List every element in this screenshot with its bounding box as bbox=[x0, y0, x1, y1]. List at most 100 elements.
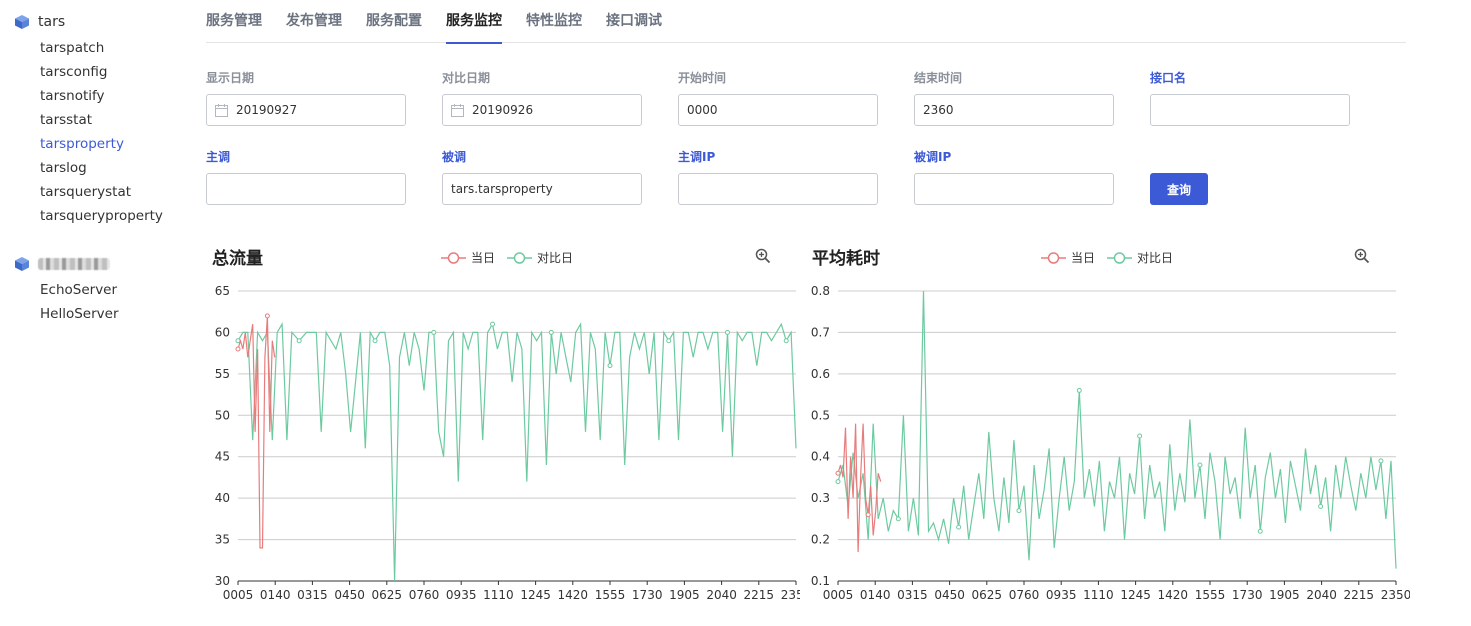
cube-icon bbox=[15, 15, 29, 29]
sidebar-item-tarspatch[interactable]: tarspatch bbox=[14, 36, 163, 60]
caller-input[interactable] bbox=[206, 173, 406, 205]
traffic-chart-plot: 30 35 40 45 50 55 60 65 0005 0140 0315 0450 0625 0760… bbox=[215, 284, 800, 602]
series-line-compare bbox=[237, 322, 797, 582]
data-point[interactable] bbox=[490, 321, 496, 327]
data-point[interactable] bbox=[783, 338, 789, 344]
calendar-icon bbox=[215, 103, 228, 117]
chart-legend: 当日 对比日 bbox=[1041, 249, 1185, 266]
query-button[interactable]: 查询 bbox=[1150, 173, 1208, 205]
legend-label-compare: 对比日 bbox=[1137, 251, 1174, 265]
data-point[interactable] bbox=[607, 363, 613, 369]
data-point[interactable] bbox=[895, 516, 901, 522]
y-tick-label: 0.4 bbox=[811, 450, 830, 464]
app-header[interactable] bbox=[14, 254, 119, 274]
x-tick-label: 1555 bbox=[595, 588, 626, 602]
x-tick-label: 1420 bbox=[558, 588, 589, 602]
tab-0[interactable]: 服务管理 bbox=[206, 0, 262, 43]
sidebar-item-tarsqueryproperty[interactable]: tarsqueryproperty bbox=[14, 204, 163, 228]
end-time-input[interactable]: 2360 bbox=[914, 94, 1114, 126]
x-tick-label: 1110 bbox=[483, 588, 514, 602]
sidebar-item-tarsquerystat[interactable]: tarsquerystat bbox=[14, 180, 163, 204]
sidebar-item-echoserver[interactable]: EchoServer bbox=[14, 278, 119, 302]
data-point[interactable] bbox=[1257, 528, 1263, 534]
start-time-field: 开始时间 0000 bbox=[678, 70, 878, 126]
x-tick-label: 1110 bbox=[1083, 588, 1114, 602]
callee-input[interactable]: tars.tarsproperty bbox=[442, 173, 642, 205]
sidebar-item-tarsstat[interactable]: tarsstat bbox=[14, 108, 163, 132]
tab-bar: 服务管理 发布管理 服务配置 服务监控 特性监控 接口调试 bbox=[206, 0, 1406, 44]
data-point[interactable] bbox=[835, 470, 841, 476]
app-name-redacted bbox=[38, 258, 110, 270]
interface-name-input[interactable] bbox=[1150, 94, 1350, 126]
start-time-value: 0000 bbox=[687, 103, 718, 117]
tab-4[interactable]: 特性监控 bbox=[526, 0, 582, 43]
data-point[interactable] bbox=[235, 346, 241, 352]
compare-date-input[interactable]: 20190926 bbox=[442, 94, 642, 126]
legend-item-today[interactable]: 当日 bbox=[1041, 249, 1095, 266]
sidebar-item-tarsproperty[interactable]: tarsproperty bbox=[14, 132, 163, 156]
legend-item-today[interactable]: 当日 bbox=[441, 249, 495, 266]
x-tick-label: 0005 bbox=[223, 588, 254, 602]
tab-5[interactable]: 接口调试 bbox=[606, 0, 662, 43]
data-point[interactable] bbox=[1076, 387, 1082, 393]
data-point[interactable] bbox=[1318, 503, 1324, 509]
interface-name-field: 接口名 bbox=[1150, 70, 1350, 126]
sidebar-item-tarsnotify[interactable]: tarsnotify bbox=[14, 84, 163, 108]
data-point[interactable] bbox=[548, 329, 554, 335]
callee-ip-field: 被调IP bbox=[914, 149, 1114, 205]
show-date-value: 20190927 bbox=[236, 103, 298, 117]
legend-item-compare[interactable]: 对比日 bbox=[507, 249, 573, 266]
x-tick-label: 2350 bbox=[1381, 588, 1410, 602]
chart-title: 总流量 bbox=[212, 249, 263, 269]
sidebar-item-tarslog[interactable]: tarslog bbox=[14, 156, 163, 180]
data-point[interactable] bbox=[372, 338, 378, 344]
y-tick-label: 0.5 bbox=[811, 408, 830, 422]
data-point[interactable] bbox=[264, 313, 270, 319]
data-point[interactable] bbox=[296, 338, 302, 344]
x-tick-label: 2215 bbox=[744, 588, 775, 602]
zoom-icon[interactable] bbox=[755, 248, 771, 264]
zoom-icon[interactable] bbox=[1354, 248, 1370, 264]
caller-ip-field: 主调IP bbox=[678, 149, 878, 205]
app-header[interactable]: tars bbox=[14, 12, 163, 32]
end-time-value: 2360 bbox=[923, 103, 954, 117]
legend-marker-today bbox=[441, 251, 466, 264]
tab-3[interactable]: 服务监控 bbox=[446, 0, 502, 44]
tab-2[interactable]: 服务配置 bbox=[366, 0, 422, 43]
sidebar-item-helloserver[interactable]: HelloServer bbox=[14, 302, 119, 326]
show-date-input[interactable]: 20190927 bbox=[206, 94, 406, 126]
legend-label-today: 当日 bbox=[471, 251, 496, 265]
data-point[interactable] bbox=[865, 512, 871, 518]
legend-marker-today bbox=[1041, 251, 1066, 264]
x-tick-label: 1730 bbox=[632, 588, 663, 602]
x-tick-label: 1730 bbox=[1232, 588, 1263, 602]
y-tick-label: 0.8 bbox=[811, 284, 830, 298]
calendar-icon bbox=[451, 103, 464, 117]
callee-ip-input[interactable] bbox=[914, 173, 1114, 205]
data-point[interactable] bbox=[431, 329, 437, 335]
start-time-input[interactable]: 0000 bbox=[678, 94, 878, 126]
data-point[interactable] bbox=[1378, 458, 1384, 464]
data-point[interactable] bbox=[724, 329, 730, 335]
sidebar-item-tarsconfig[interactable]: tarsconfig bbox=[14, 60, 163, 84]
end-time-label: 结束时间 bbox=[914, 71, 963, 85]
data-point[interactable] bbox=[956, 524, 962, 530]
data-point[interactable] bbox=[1137, 433, 1143, 439]
x-tick-label: 1420 bbox=[1158, 588, 1189, 602]
data-point[interactable] bbox=[666, 338, 672, 344]
chart-legend: 当日 对比日 bbox=[441, 249, 585, 266]
caller-ip-input[interactable] bbox=[678, 173, 878, 205]
x-tick-label: 0450 bbox=[334, 588, 365, 602]
latency-chart-plot: 0.1 0.2 0.3 0.4 0.5 0.6 0.7 0.8 0005 0140 0315 0450… bbox=[811, 284, 1410, 602]
data-point[interactable] bbox=[1197, 462, 1203, 468]
x-tick-label: 2040 bbox=[706, 588, 737, 602]
app-group-tars: tars tarspatch tarsconfig tarsnotify tarsst… bbox=[14, 12, 163, 228]
y-tick-label: 55 bbox=[215, 367, 230, 381]
tab-1[interactable]: 发布管理 bbox=[286, 0, 342, 43]
caller-field: 主调 bbox=[206, 149, 406, 205]
legend-item-compare[interactable]: 对比日 bbox=[1107, 249, 1173, 266]
x-tick-label: 0935 bbox=[446, 588, 477, 602]
data-point[interactable] bbox=[835, 479, 841, 485]
data-point[interactable] bbox=[1016, 508, 1022, 514]
x-tick-label: 0140 bbox=[260, 588, 291, 602]
